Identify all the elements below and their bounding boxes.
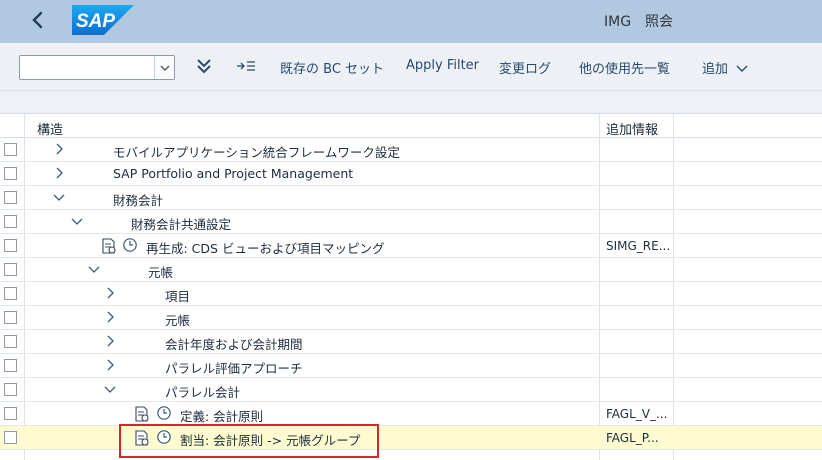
row-checkbox[interactable] [4,143,17,156]
row-label: 元帳 [148,265,174,280]
table-row[interactable]: 再生成: CDS ビューおよび項目マッピング SIMG_RE... [0,234,822,258]
documentation-icon[interactable] [134,429,152,447]
table-row[interactable]: 会計年度および会計期間 [0,330,822,354]
change-log-button[interactable]: 変更ログ [499,58,551,77]
column-structure[interactable]: 構造 [37,119,63,138]
row-checkbox[interactable] [4,335,17,348]
arrow-into-list-icon [237,61,255,71]
row-label: 割当: 会計原則 -> 元帳グループ [180,433,361,448]
row-checkbox[interactable] [4,263,17,276]
clock-icon[interactable] [156,429,174,447]
chevron-right-icon[interactable] [102,357,118,373]
where-used-button[interactable]: 他の使用先一覧 [579,58,670,77]
table-row[interactable]: 定義: 会計原則 FAGL_V_... [0,402,822,426]
table-row[interactable]: パラレル会計 [0,378,822,402]
chevron-right-icon[interactable] [51,141,67,157]
chevron-down-icon [160,65,169,71]
chevron-right-icon[interactable] [102,309,118,325]
table-row[interactable]: 財務会計 [0,186,822,210]
row-label: モバイルアプリケーション統合フレームワーク設定 [113,145,400,160]
table-row[interactable]: パラレル評価アプローチ [0,354,822,378]
row-label: パラレル評価アプローチ [165,361,303,376]
chevron-down-icon[interactable] [69,213,85,229]
sap-logo: SAP [72,5,134,35]
chevron-down-icon[interactable] [102,381,118,397]
chevron-down-icon[interactable] [86,261,102,277]
row-label: SAP Portfolio and Project Management [113,166,354,181]
chevron-down-icon [736,65,748,72]
row-checkbox[interactable] [4,167,17,180]
variant-combo[interactable] [19,55,175,80]
documentation-icon[interactable] [101,237,119,255]
chevron-right-icon[interactable] [51,165,67,181]
table-row[interactable]: 財務会計共通設定 [0,210,822,234]
row-label: 会計年度および会計期間 [165,337,303,352]
clock-icon[interactable] [122,237,140,255]
shell-bar: SAP IMG 照会 [0,0,822,43]
toolbar: 既存の BC セット Apply Filter 変更ログ 他の使用先一覧 追加 [0,43,822,91]
chevron-right-icon[interactable] [102,285,118,301]
combo-dropdown-button[interactable] [154,56,174,79]
chevron-down-icon[interactable] [51,189,67,205]
clock-icon[interactable] [156,405,174,423]
row-checkbox[interactable] [4,239,17,252]
row-label: 定義: 会計原則 [180,409,264,424]
chevron-left-icon [32,11,43,29]
row-checkbox[interactable] [4,287,17,300]
table-row[interactable]: モバイルアプリケーション統合フレームワーク設定 [0,138,822,162]
img-tree-grid: 構造 追加情報 モバイルアプリケーション統合フレームワーク設定 SAP Port… [0,91,822,460]
documentation-icon[interactable] [134,405,152,423]
add-menu-label: 追加 [702,62,729,77]
grid-header-strip [0,91,822,113]
row-label: パラレル会計 [165,385,241,400]
row-checkbox[interactable] [4,191,17,204]
row-label: 再生成: CDS ビューおよび項目マッピング [146,241,385,256]
back-button[interactable] [24,6,52,34]
row-checkbox[interactable] [4,359,17,372]
row-label: 元帳 [165,313,191,328]
svg-text:SAP: SAP [76,11,115,32]
goto-button[interactable] [236,59,256,76]
bc-set-button[interactable]: 既存の BC セット [280,58,384,77]
row-checkbox[interactable] [4,215,17,228]
table-row[interactable]: 元帳 [0,258,822,282]
double-chevron-down-icon [197,59,211,74]
column-additional-info[interactable]: 追加情報 [606,119,658,138]
apply-filter-button[interactable]: Apply Filter [406,58,479,73]
row-info: SIMG_RE... [606,239,671,253]
add-menu-button[interactable]: 追加 [702,58,748,77]
row-label: 財務会計 [113,193,164,208]
row-checkbox[interactable] [4,407,17,420]
row-checkbox[interactable] [4,383,17,396]
row-checkbox[interactable] [4,311,17,324]
table-header: 構造 追加情報 [0,113,822,138]
table-row-selected[interactable]: 割当: 会計原則 -> 元帳グループ FAGL_P... [0,426,822,450]
row-info: FAGL_P... [606,431,659,445]
row-label: 項目 [165,289,191,304]
table-row[interactable]: SAP Portfolio and Project Management [0,162,822,186]
app-title: IMG 照会 [604,14,674,30]
chevron-right-icon[interactable] [102,333,118,349]
expand-all-button[interactable] [194,56,214,79]
table-row[interactable]: 項目 [0,282,822,306]
row-checkbox[interactable] [4,431,17,444]
row-label: 財務会計共通設定 [131,217,232,232]
table-row[interactable]: 元帳 [0,306,822,330]
row-info: FAGL_V_... [606,407,668,421]
